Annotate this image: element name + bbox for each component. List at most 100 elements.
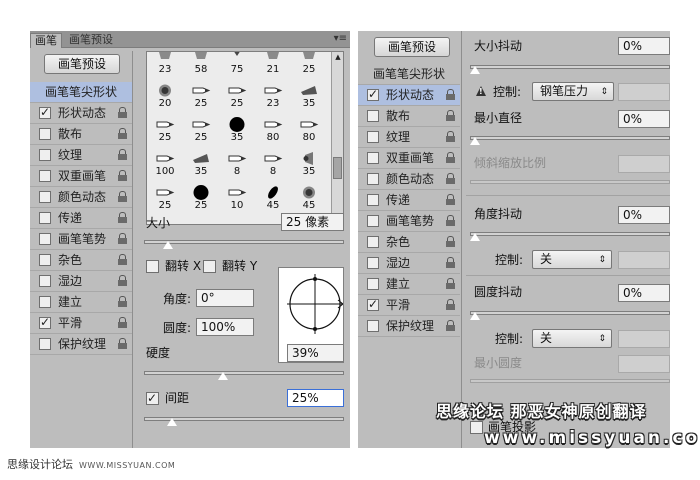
brush-tip-cell[interactable]: 8 — [257, 147, 289, 181]
brush-tip-cell[interactable]: 23 — [149, 52, 181, 79]
spacing-slider-knob[interactable] — [165, 417, 178, 427]
sidebar-checkbox[interactable]: ✓ — [367, 297, 379, 311]
lock-icon[interactable] — [118, 191, 127, 202]
sidebar-item[interactable]: 纹理 — [30, 145, 132, 166]
roundness-jitter-slider[interactable] — [469, 309, 670, 321]
sidebar-item[interactable]: 传递 — [30, 208, 132, 229]
sidebar-checkbox[interactable] — [39, 233, 51, 245]
size-jitter-slider[interactable] — [469, 63, 670, 75]
min-diameter-slider-knob[interactable] — [469, 136, 481, 146]
lock-icon[interactable] — [446, 131, 455, 142]
lock-icon[interactable] — [446, 152, 455, 163]
sidebar-checkbox[interactable] — [39, 170, 51, 182]
sidebar-checkbox[interactable]: ✓ — [367, 87, 379, 101]
lock-icon[interactable] — [118, 212, 127, 223]
lock-icon[interactable] — [446, 173, 455, 184]
sidebar-item[interactable]: 保护纹理 — [30, 334, 132, 355]
lock-icon[interactable] — [446, 89, 455, 100]
brush-tip-cell[interactable]: 80 — [293, 113, 325, 147]
spacing-checkbox[interactable]: ✓ — [146, 391, 159, 405]
brush-tip-cell[interactable]: 80 — [257, 113, 289, 147]
sidebar-item[interactable]: 湿边 — [358, 253, 460, 274]
brush-tip-cell[interactable]: 25 — [185, 181, 217, 215]
sidebar-item[interactable]: 湿边 — [30, 271, 132, 292]
flip-x-checkbox[interactable] — [146, 260, 159, 273]
sidebar-item[interactable]: 散布 — [30, 124, 132, 145]
brush-tip-cell[interactable]: 35 — [221, 113, 253, 147]
lock-icon[interactable] — [118, 254, 127, 265]
sidebar-checkbox[interactable] — [367, 131, 379, 143]
panel-menu-icon[interactable]: ▾≡ — [334, 33, 347, 45]
brush-tip-cell[interactable]: 25 — [185, 113, 217, 147]
sidebar-checkbox[interactable]: ✓ — [39, 105, 51, 119]
angle-jitter-slider[interactable] — [469, 230, 670, 242]
angle-control-select[interactable]: 关 ⇕ — [532, 250, 612, 269]
lock-icon[interactable] — [446, 299, 455, 310]
sidebar-checkbox[interactable] — [39, 275, 51, 287]
sidebar-item[interactable]: 画笔笔势 — [358, 211, 460, 232]
min-diameter-field[interactable]: 0% — [618, 110, 670, 128]
brush-tip-cell[interactable]: 58 — [185, 52, 217, 79]
sidebar-item[interactable]: 颜色动态 — [30, 187, 132, 208]
sidebar-checkbox[interactable] — [39, 338, 51, 350]
sidebar-item[interactable]: 双重画笔 — [30, 166, 132, 187]
brush-tip-cell[interactable]: 25 — [221, 79, 253, 113]
min-diameter-slider[interactable] — [469, 134, 670, 146]
tab-brush[interactable]: 画笔 — [30, 33, 62, 48]
roundness-jitter-slider-knob[interactable] — [469, 311, 481, 321]
angle-field[interactable]: 0° — [196, 289, 254, 307]
sidebar-checkbox[interactable] — [367, 110, 379, 122]
sidebar-item[interactable]: ✓ 形状动态 — [358, 85, 460, 106]
sidebar-checkbox[interactable] — [39, 191, 51, 203]
lock-icon[interactable] — [446, 320, 455, 331]
sidebar-checkbox[interactable] — [39, 296, 51, 308]
brush-tip-cell[interactable]: 21 — [257, 52, 289, 79]
brush-tip-cell[interactable]: 25 — [149, 113, 181, 147]
lock-icon[interactable] — [446, 236, 455, 247]
sidebar-item[interactable]: ✓ 平滑 — [358, 295, 460, 316]
size-jitter-field[interactable]: 0% — [618, 37, 670, 55]
brush-tip-cell[interactable]: 8 — [221, 147, 253, 181]
sidebar-checkbox[interactable] — [367, 152, 379, 164]
brush-tip-cell[interactable]: 45 — [293, 181, 325, 215]
angle-jitter-field[interactable]: 0% — [618, 206, 670, 224]
sidebar-item[interactable]: 画笔笔势 — [30, 229, 132, 250]
roundness-jitter-field[interactable]: 0% — [618, 284, 670, 302]
hardness-slider-knob[interactable] — [217, 371, 230, 381]
brush-tip-cell[interactable]: 75 — [221, 52, 253, 79]
scroll-thumb[interactable] — [333, 157, 342, 179]
size-slider-knob[interactable] — [162, 240, 174, 250]
lock-icon[interactable] — [446, 215, 455, 226]
brush-tip-cell[interactable]: 35 — [293, 79, 325, 113]
sidebar-checkbox[interactable]: ✓ — [39, 315, 51, 329]
sidebar-checkbox[interactable] — [367, 215, 379, 227]
hardness-field[interactable]: 39% — [287, 344, 344, 362]
tab-brush-presets[interactable]: 画笔预设 — [65, 33, 117, 48]
sidebar-checkbox[interactable] — [39, 254, 51, 266]
spacing-slider[interactable] — [144, 415, 344, 427]
sidebar-item[interactable]: 建立 — [30, 292, 132, 313]
lock-icon[interactable] — [446, 257, 455, 268]
lock-icon[interactable] — [118, 296, 127, 307]
roundness-control-select[interactable]: 关 ⇕ — [532, 329, 612, 348]
size-field[interactable]: 25 像素 — [281, 213, 344, 231]
lock-icon[interactable] — [446, 110, 455, 121]
lock-icon[interactable] — [118, 275, 127, 286]
size-slider[interactable] — [144, 238, 344, 250]
lock-icon[interactable] — [118, 338, 127, 349]
sidebar-item-brush-tip-shape[interactable]: 画笔笔尖形状 — [358, 64, 460, 85]
size-jitter-slider-knob[interactable] — [469, 65, 481, 75]
brush-tip-cell[interactable]: 35 — [185, 147, 217, 181]
spacing-field[interactable]: 25% — [287, 389, 344, 407]
lock-icon[interactable] — [446, 278, 455, 289]
sidebar-item[interactable]: 建立 — [358, 274, 460, 295]
brush-tip-cell[interactable]: 25 — [149, 181, 181, 215]
brush-tip-cell[interactable]: 100 — [149, 147, 181, 181]
brush-tip-cell[interactable]: 45 — [257, 181, 289, 215]
hardness-slider[interactable] — [144, 369, 344, 381]
sidebar-checkbox[interactable] — [367, 257, 379, 269]
brush-tip-cell[interactable]: 35 — [293, 147, 325, 181]
sidebar-item-brush-tip-shape[interactable]: 画笔笔尖形状 — [30, 82, 132, 103]
lock-icon[interactable] — [118, 149, 127, 160]
lock-icon[interactable] — [118, 317, 127, 328]
